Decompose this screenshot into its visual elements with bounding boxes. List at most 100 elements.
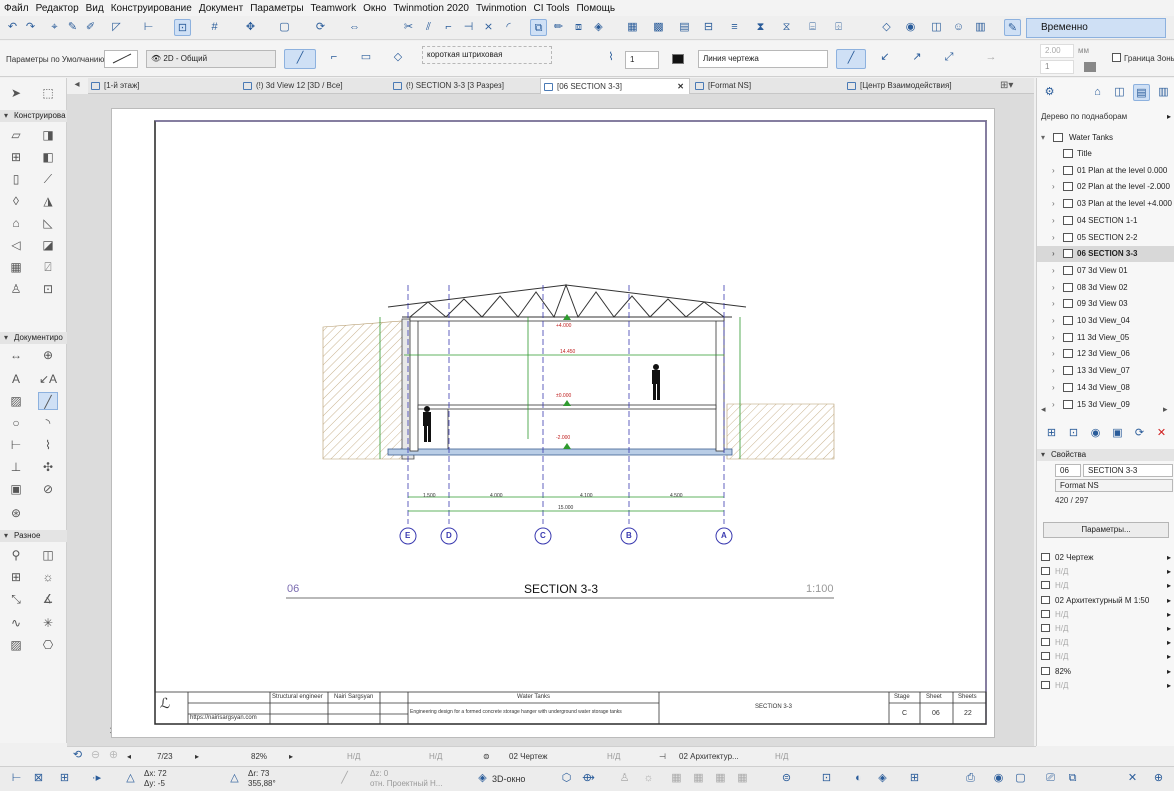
layer-select[interactable]: 👁 2D - Общий [146,50,276,68]
temporarily-ungroup-button[interactable]: Временно Разгруппировать [1026,18,1166,51]
tree-item[interactable]: › 09 3d View 03 [1037,296,1174,312]
change-marker-icon[interactable]: ▨ [6,636,26,654]
layout-book-icon[interactable]: ▤ [1133,84,1150,101]
polyline-tool-icon[interactable]: ⊢ [6,436,26,454]
expand-icon[interactable]: › [1052,313,1055,329]
menu-design[interactable]: Конструирование [111,3,192,14]
wireframe-icon[interactable]: ◇ [878,19,895,36]
box-3d-icon[interactable]: ⬡ [558,770,575,787]
mirror-icon[interactable]: ⇔ [346,19,363,36]
spin-field-1[interactable]: 2.00 [1040,44,1074,58]
distribute-icon[interactable]: ≡ [726,19,743,36]
menu-window[interactable]: Окно [363,3,386,14]
tree-item[interactable]: › 14 3d View_08 [1037,380,1174,396]
model-filter-icon[interactable]: ◈ [874,770,891,787]
filter-icon-3[interactable]: ▦ [712,770,729,787]
mesh-tool-icon[interactable]: ◪ [38,236,58,254]
skylight-tool-icon[interactable]: ⊡ [38,280,58,298]
tree-item[interactable]: › 15 3d View_09 [1037,397,1174,413]
wall-end-icon[interactable]: ◫ [38,546,58,564]
zoom-level[interactable]: 82% [251,752,267,761]
tree-item[interactable]: › 10 3d View_04 [1037,313,1174,329]
render-icon[interactable]: ◐ [850,770,867,787]
display-options-icon[interactable]: ▢ [1012,770,1029,787]
guide-icon[interactable]: ⊢ [140,19,157,36]
pen-number-field[interactable]: 1 [625,51,659,69]
menu-options[interactable]: Параметры [250,3,303,14]
snap-pointer-icon[interactable]: ⊢ [8,770,25,787]
tree-mode-dropdown-icon[interactable]: ▸ [1167,112,1171,121]
offset-icon[interactable]: ⧈ [570,19,587,36]
tab-layout-06-section-3-3[interactable]: [06 SECTION 3-3] ✕ [540,78,690,94]
tree-root[interactable]: ▾ Water Tanks [1037,130,1174,146]
tree-item[interactable]: › 04 SECTION 1-1 [1037,213,1174,229]
master-layout-select[interactable]: Format NS [1055,479,1173,492]
page-indicator[interactable]: 7/23 [157,752,173,761]
redo-icon[interactable]: ↷ [22,19,39,36]
default-settings-label[interactable]: Параметры по Умолчанию [6,55,104,64]
menu-edit[interactable]: Редактор [36,3,79,14]
radial-dim-icon[interactable]: ⤡ [6,590,26,608]
intersect-icon[interactable]: ⨯ [480,19,497,36]
tree-item[interactable]: › 12 3d View_06 [1037,346,1174,362]
menu-file[interactable]: Файл [4,3,29,14]
unlock-icon[interactable]: ⌹ [830,19,847,36]
expand-icon[interactable]: › [1052,330,1055,346]
menu-twinmotion-2020[interactable]: Twinmotion 2020 [393,3,469,14]
pen-icon[interactable]: ⌇ [602,49,620,69]
delta-y[interactable]: Δy: -5 [144,779,165,788]
prev-page-icon[interactable]: ◂ [127,752,131,761]
split-icon[interactable]: ⫽ [420,19,437,36]
arrow-pen-swatch[interactable] [1084,62,1096,72]
menu-teamwork[interactable]: Teamwork [311,3,357,14]
suspend-group-icon[interactable]: ▤ [676,19,693,36]
object-tool-icon[interactable]: ◧ [38,148,58,166]
grid-icon[interactable]: # [206,19,223,36]
expand-icon[interactable]: › [1052,346,1055,362]
wall-tool-icon[interactable]: ▱ [6,126,26,144]
tracker-icon[interactable]: ⊕ [1150,770,1167,787]
tree-scroll-right-icon[interactable]: ▸ [1163,404,1168,415]
edit-selection-icon[interactable]: ✎ [1004,19,1021,36]
walk-icon[interactable]: ♙ [616,770,633,787]
inject-parameters-icon[interactable]: ✎ [64,19,81,36]
next-page-icon[interactable]: ▸ [195,752,199,761]
view-map-icon[interactable]: ◫ [1111,84,1128,101]
text-tool-icon[interactable]: A [6,370,26,388]
send-back-icon[interactable]: ⧖ [778,19,795,36]
eye-icon[interactable]: ◉ [902,19,919,36]
fill-tool-icon[interactable]: ▨ [6,392,26,410]
layout-name-field[interactable]: SECTION 3-3 [1083,464,1173,477]
expand-icon[interactable]: › [1052,363,1055,379]
line-tool-field[interactable] [104,50,138,68]
menu-twinmotion[interactable]: Twinmotion [476,3,527,14]
navigator-tree-mode[interactable]: Дерево по поднаборам [1041,112,1127,121]
tab-section-3-3[interactable]: (!) SECTION 3-3 [3 Разрез] [390,78,540,94]
expand-icon[interactable]: › [1052,213,1055,229]
arc-tool-icon[interactable]: ◝ [38,414,58,432]
bring-front-icon[interactable]: ⧗ [752,19,769,36]
navigator-settings-icon[interactable]: ⚙ [1041,84,1058,101]
delta-r[interactable]: Δr: 73 [248,769,269,778]
pick-parameters-icon[interactable]: ⌖ [46,19,63,36]
grid-element-icon[interactable]: ⚲ [6,546,26,564]
angle-value[interactable]: 355,88° [248,779,276,788]
line-tool-icon[interactable]: ╱ [38,392,58,410]
level-dimension-icon[interactable]: ⊕ [38,346,58,364]
expand-icon[interactable]: › [1052,230,1055,246]
polyline-icon[interactable]: ⌐ [324,49,344,69]
align-icon[interactable]: ⊟ [700,19,717,36]
layout-number-field[interactable]: 06 [1055,464,1081,477]
railing-tool-icon[interactable]: ⍁ [38,258,58,276]
new-layout-icon[interactable]: ⊞ [1043,425,1060,442]
figure-tool-icon[interactable]: ▣ [6,480,26,498]
pan-icon[interactable]: ✥ [242,19,259,36]
star-icon[interactable]: ✳ [38,614,58,632]
arrow-none-icon[interactable]: ╱ [836,49,866,69]
dimension-combo[interactable]: 02 Архитектур... [679,752,739,761]
solid-ops-icon[interactable]: ◈ [590,19,607,36]
arrow-direction-icon[interactable]: → [978,49,1004,69]
delta-z[interactable]: Δz: 0 [370,769,388,778]
section-tool-icon[interactable]: ⊘ [38,480,58,498]
expand-icon[interactable]: › [1052,246,1055,262]
